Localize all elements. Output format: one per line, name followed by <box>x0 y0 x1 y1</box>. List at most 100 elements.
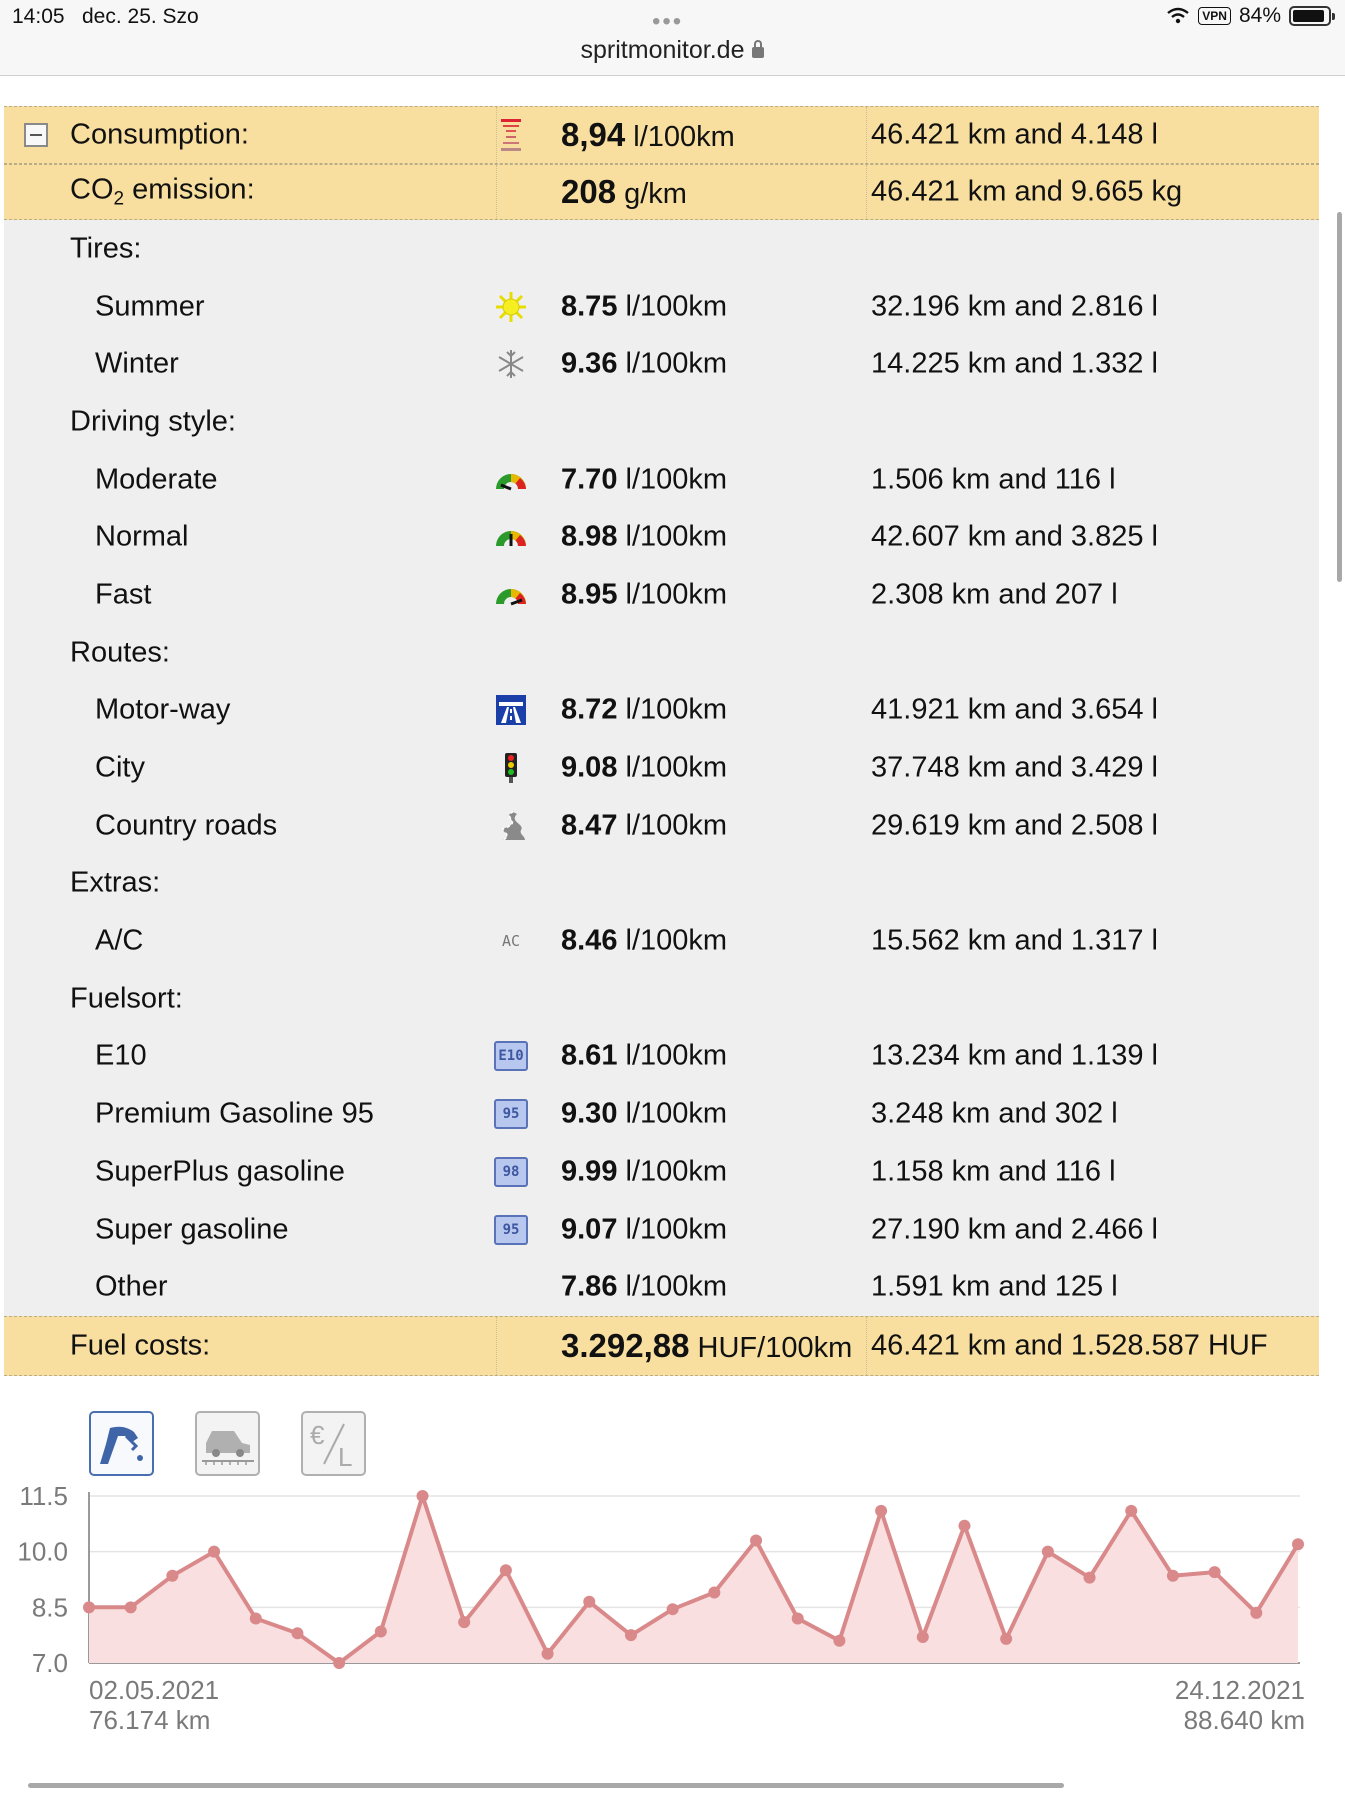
vertical-scrollbar[interactable] <box>1337 212 1342 582</box>
chart-data-point[interactable] <box>374 1625 387 1638</box>
traffic-light-icon <box>494 751 528 785</box>
chart-data-point[interactable] <box>624 1629 637 1642</box>
gauge-mid-icon <box>494 520 528 554</box>
motorway-icon <box>494 693 528 727</box>
chart-area-fill <box>89 1496 1298 1663</box>
chart-data-point[interactable] <box>875 1504 888 1517</box>
stat-row-fast: Fast 8.95 l/100km 2.308 km and 207 l <box>95 578 1118 612</box>
fuel-pump-icon <box>99 1426 143 1464</box>
stat-row-premium-95: Premium Gasoline 95 95 9.30 l/100km 3.24… <box>95 1097 1118 1131</box>
ac-icon: AC <box>501 932 521 951</box>
chart-data-point[interactable] <box>1041 1545 1054 1558</box>
snowflake-icon <box>494 347 528 381</box>
co2-value: 208 <box>561 173 617 210</box>
chart-data-point[interactable] <box>291 1627 304 1640</box>
y-axis-tick-label: 8.5 <box>32 1592 68 1622</box>
fuel-98-badge-icon: 98 <box>494 1155 528 1189</box>
chart-data-point[interactable] <box>833 1634 846 1647</box>
chart-data-point[interactable] <box>1000 1632 1013 1645</box>
chart-data-point[interactable] <box>916 1631 929 1644</box>
battery-percent: 84% <box>1238 4 1281 27</box>
gauge-high-icon <box>494 578 528 612</box>
chart-data-point[interactable] <box>708 1586 721 1599</box>
stat-row-normal: Normal 8.98 l/100km 42.607 km and 3.825 … <box>95 520 1158 554</box>
stat-row-city: City 9.08 l/100km 37.748 km and 3.429 l <box>95 751 1158 785</box>
chart-data-point[interactable] <box>458 1616 471 1629</box>
stat-row-super: Super gasoline 95 9.07 l/100km 27.190 km… <box>95 1213 1158 1247</box>
chart-data-point[interactable] <box>750 1534 763 1547</box>
fuel-costs-row: Fuel costs: 3.292,88 HUF/100km 46.421 km… <box>4 1316 1319 1377</box>
section-heading-fuelsort: Fuelsort: <box>70 982 183 1015</box>
consumption-detail: 46.421 km and 4.148 l <box>871 118 1158 151</box>
section-heading-extras: Extras: <box>70 866 161 899</box>
chart-data-point[interactable] <box>583 1595 596 1608</box>
x-axis-end-label: 24.12.2021 88.640 km <box>1174 1675 1305 1735</box>
section-heading-routes: Routes: <box>70 636 170 669</box>
stat-row-motorway: Motor-way 8.72 l/100km 41.921 km and 3.6… <box>95 693 1158 727</box>
status-date: dec. 25. Szo <box>82 5 199 28</box>
car-distance-tab[interactable] <box>195 1411 260 1476</box>
chart-data-point[interactable] <box>1125 1504 1138 1517</box>
stat-row-e10: E10 E10 8.61 l/100km 13.234 km and 1.139… <box>95 1039 1158 1073</box>
y-axis-tick-label: 11.5 <box>19 1481 68 1511</box>
chart-data-point[interactable] <box>333 1657 346 1669</box>
fuel-95-badge-icon: 95 <box>494 1097 528 1131</box>
lock-icon <box>752 40 765 58</box>
fuel-costs-detail: 46.421 km and 1.528.587 HUF <box>871 1329 1268 1362</box>
chart-data-point[interactable] <box>541 1647 554 1660</box>
euro-per-liter-icon: € L <box>310 1420 352 1472</box>
consumption-row: Consumption: 8,94 l/100km 46.421 km and … <box>4 106 1319 164</box>
consumption-gauge-icon <box>494 118 528 152</box>
chart-data-point[interactable] <box>416 1490 429 1502</box>
gauge-low-icon <box>494 463 528 497</box>
chart-data-point[interactable] <box>83 1601 95 1614</box>
chart-data-point[interactable] <box>791 1612 804 1625</box>
chart-data-point[interactable] <box>958 1519 971 1532</box>
chart-data-point[interactable] <box>208 1545 221 1558</box>
chart-data-point[interactable] <box>499 1564 512 1577</box>
fuel-pump-tab[interactable] <box>89 1411 154 1476</box>
y-axis-tick-label: 10.0 <box>17 1537 68 1567</box>
euro-per-liter-tab[interactable]: € L <box>301 1411 366 1476</box>
stat-row-winter: Winter 9.36 l/100km 14.225 km and 1.332 … <box>95 347 1158 381</box>
car-distance-icon <box>201 1430 254 1465</box>
status-time: 14:05 <box>12 5 65 28</box>
status-bar: 14:05 dec. 25. Szo ••• spritmonitor.de V… <box>0 0 1345 76</box>
fuel-costs-unit: HUF/100km <box>697 1332 853 1365</box>
x-axis-start-label: 02.05.2021 76.174 km <box>89 1675 220 1735</box>
co2-detail: 46.421 km and 9.665 kg <box>871 175 1183 208</box>
chart-data-point[interactable] <box>1250 1606 1263 1619</box>
fuel-95-badge-icon: 95 <box>494 1213 528 1247</box>
fuel-costs-value: 3.292,88 <box>561 1327 690 1365</box>
chart-data-point[interactable] <box>166 1569 179 1582</box>
consumption-unit: l/100km <box>633 121 735 153</box>
more-dots-icon[interactable]: ••• <box>652 8 683 36</box>
stat-row-summer: Summer 8.75 l/100km 32.196 km and 2.816 … <box>95 290 1158 323</box>
svg-text:L: L <box>338 1442 352 1472</box>
chart-data-point[interactable] <box>1166 1569 1179 1582</box>
stat-row-moderate: Moderate 7.70 l/100km 1.506 km and 116 l <box>95 463 1116 497</box>
battery-icon <box>1289 6 1335 26</box>
consumption-stats-table: Consumption: 8,94 l/100km 46.421 km and … <box>4 106 1319 1377</box>
stat-row-ac: A/C AC 8.46 l/100km 15.562 km and 1.317 … <box>95 924 1158 957</box>
collapse-toggle-icon[interactable] <box>24 123 48 147</box>
chart-data-point[interactable] <box>1208 1566 1221 1579</box>
horizontal-scrollbar[interactable] <box>28 1783 1064 1788</box>
vpn-badge: VPN <box>1198 7 1231 25</box>
e10-badge-icon: E10 <box>494 1039 528 1073</box>
chart-data-point[interactable] <box>124 1601 137 1614</box>
fuel-costs-label: Fuel costs: <box>70 1329 211 1362</box>
chart-tabs: € L <box>89 1411 366 1476</box>
chart-data-point[interactable] <box>666 1603 679 1616</box>
chart-data-point[interactable] <box>1292 1538 1304 1551</box>
stat-row-superplus: SuperPlus gasoline 98 9.99 l/100km 1.158… <box>95 1155 1116 1189</box>
consumption-value: 8,94 <box>561 116 626 153</box>
url-text: spritmonitor.de <box>580 36 745 64</box>
co2-label: CO2 emission: <box>70 173 255 210</box>
section-heading-tires: Tires: <box>70 232 142 265</box>
wifi-icon <box>1167 7 1190 24</box>
chart-data-point[interactable] <box>1083 1571 1096 1584</box>
stat-row-country-roads: Country roads 8.47 l/100km 29.619 km and… <box>95 809 1158 842</box>
chart-data-point[interactable] <box>249 1612 262 1625</box>
address-bar[interactable]: spritmonitor.de <box>0 36 1345 65</box>
